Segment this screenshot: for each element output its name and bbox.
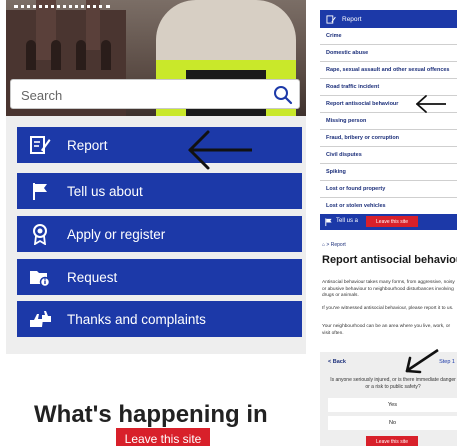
report-menu-screenshot: Report Crime Domestic abuse Rape, sexual… [318, 0, 457, 236]
tell-us-about-button-label: Tell us about [67, 183, 143, 199]
flag-icon [325, 218, 332, 227]
report-menu-list: Crime Domestic abuse Rape, sexual assaul… [320, 28, 457, 215]
report-icon [27, 133, 53, 157]
tell-us-about-button-label: Tell us a [336, 218, 359, 224]
back-link-label: Back [332, 359, 346, 365]
leave-this-site-button[interactable]: Leave this site [366, 216, 418, 227]
request-button-label: Request [67, 269, 118, 285]
neighbourhood-paragraph: Your neighbourhood can be an area where … [322, 324, 451, 336]
thanks-and-complaints-button[interactable]: Thanks and complaints [17, 301, 302, 337]
report-button-label: Report [67, 137, 108, 153]
annotation-arrow [188, 130, 252, 170]
yes-option[interactable]: Yes [328, 398, 457, 412]
leave-this-site-button[interactable]: Leave this site [366, 436, 418, 446]
back-link[interactable]: < Back [328, 359, 346, 365]
main-screenshot-panel: Report Tell us about Apply or register [0, 0, 306, 446]
search-icon[interactable] [273, 85, 293, 105]
no-option[interactable]: No [328, 416, 457, 430]
folder-info-icon [27, 265, 53, 289]
report-menu-header-label: Report [342, 15, 362, 23]
list-item[interactable]: Lost or stolen vehicles [320, 198, 457, 215]
tell-us-about-button[interactable]: Tell us about [17, 173, 302, 209]
antisocial-behaviour-screenshot: ⌂ > Report Report antisocial behaviou An… [318, 236, 457, 446]
thumbs-icon [27, 307, 53, 331]
breadcrumb[interactable]: ⌂ > Report [322, 242, 346, 248]
question-text: Is anyone seriously injured, or is there… [330, 377, 456, 390]
annotation-arrow [405, 348, 439, 374]
page-title: Report antisocial behaviou [322, 254, 457, 266]
list-item[interactable]: Civil disputes [320, 147, 457, 164]
list-item[interactable]: Lost or found property [320, 181, 457, 198]
list-item[interactable]: Fraud, bribery or corruption [320, 130, 457, 147]
leave-this-site-button[interactable]: Leave this site [116, 428, 210, 446]
intro-paragraph: Antisocial behaviour takes many forms, f… [322, 280, 455, 298]
list-item[interactable]: Crime [320, 28, 457, 45]
report-menu-header[interactable]: Report [320, 10, 457, 28]
flag-icon [27, 179, 53, 203]
annotation-arrow [416, 95, 446, 113]
breadcrumb-report[interactable]: Report [331, 242, 346, 248]
search-input[interactable] [19, 84, 263, 106]
report-icon [326, 14, 336, 24]
home-icon[interactable]: ⌂ [322, 242, 325, 248]
list-item[interactable]: Spiking [320, 164, 457, 181]
request-button[interactable]: Request [17, 259, 302, 295]
apply-or-register-button[interactable]: Apply or register [17, 216, 302, 252]
apply-or-register-button-label: Apply or register [67, 226, 166, 242]
witnessed-paragraph: If you've witnessed antisocial behaviour… [322, 306, 454, 311]
award-icon [27, 222, 53, 246]
page-headline: What's happening in [34, 401, 268, 428]
search-box[interactable] [10, 79, 300, 109]
list-item[interactable]: Rape, sexual assault and other sexual of… [320, 62, 457, 79]
thanks-and-complaints-button-label: Thanks and complaints [67, 311, 206, 327]
report-button[interactable]: Report [17, 127, 302, 163]
list-item[interactable]: Domestic abuse [320, 45, 457, 62]
side-screenshots-panel: Report Crime Domestic abuse Rape, sexual… [318, 0, 457, 446]
